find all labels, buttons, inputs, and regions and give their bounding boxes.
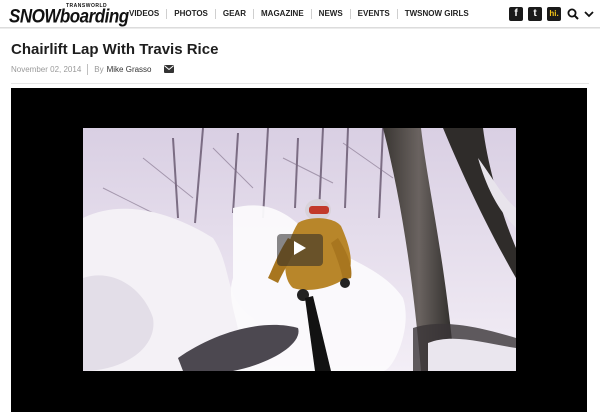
chevron-down-icon[interactable] <box>584 7 594 21</box>
envelope-icon[interactable] <box>163 65 174 73</box>
site-logo[interactable]: TRANSWORLD SNOWboarding <box>9 3 129 27</box>
video-thumbnail[interactable] <box>83 128 516 371</box>
play-button[interactable] <box>277 234 323 266</box>
author-link[interactable]: Mike Grasso <box>107 65 152 74</box>
play-icon <box>293 240 307 261</box>
hi-icon[interactable]: hi. <box>547 6 561 21</box>
logo-main-text: SNOWboarding <box>9 5 129 27</box>
nav-videos[interactable]: VIDEOS <box>122 9 166 19</box>
top-navigation-bar: TRANSWORLD SNOWboarding VIDEOS PHOTOS GE… <box>0 0 600 28</box>
twitter-icon[interactable]: t <box>528 6 542 21</box>
nav-events[interactable]: EVENTS <box>349 9 397 19</box>
publish-date: November 02, 2014 <box>11 64 82 74</box>
nav-gear[interactable]: GEAR <box>214 9 253 19</box>
social-links: f t hi. <box>509 5 594 22</box>
nav-magazine[interactable]: MAGAZINE <box>253 9 311 19</box>
main-nav: VIDEOS PHOTOS GEAR MAGAZINE NEWS EVENTS … <box>122 0 476 28</box>
nav-twsnow-girls[interactable]: TWSNOW GIRLS <box>396 9 476 19</box>
article-meta: November 02, 2014 By Mike Grasso <box>11 63 174 75</box>
nav-photos[interactable]: PHOTOS <box>166 9 215 19</box>
facebook-icon[interactable]: f <box>509 6 523 21</box>
article: Chairlift Lap With Travis Rice November … <box>0 29 600 417</box>
search-icon[interactable] <box>566 7 579 21</box>
video-player[interactable] <box>11 88 587 412</box>
meta-divider <box>87 63 89 75</box>
divider <box>11 83 589 84</box>
by-label: By <box>94 64 104 74</box>
article-title: Chairlift Lap With Travis Rice <box>11 41 219 58</box>
nav-news[interactable]: NEWS <box>310 9 350 19</box>
